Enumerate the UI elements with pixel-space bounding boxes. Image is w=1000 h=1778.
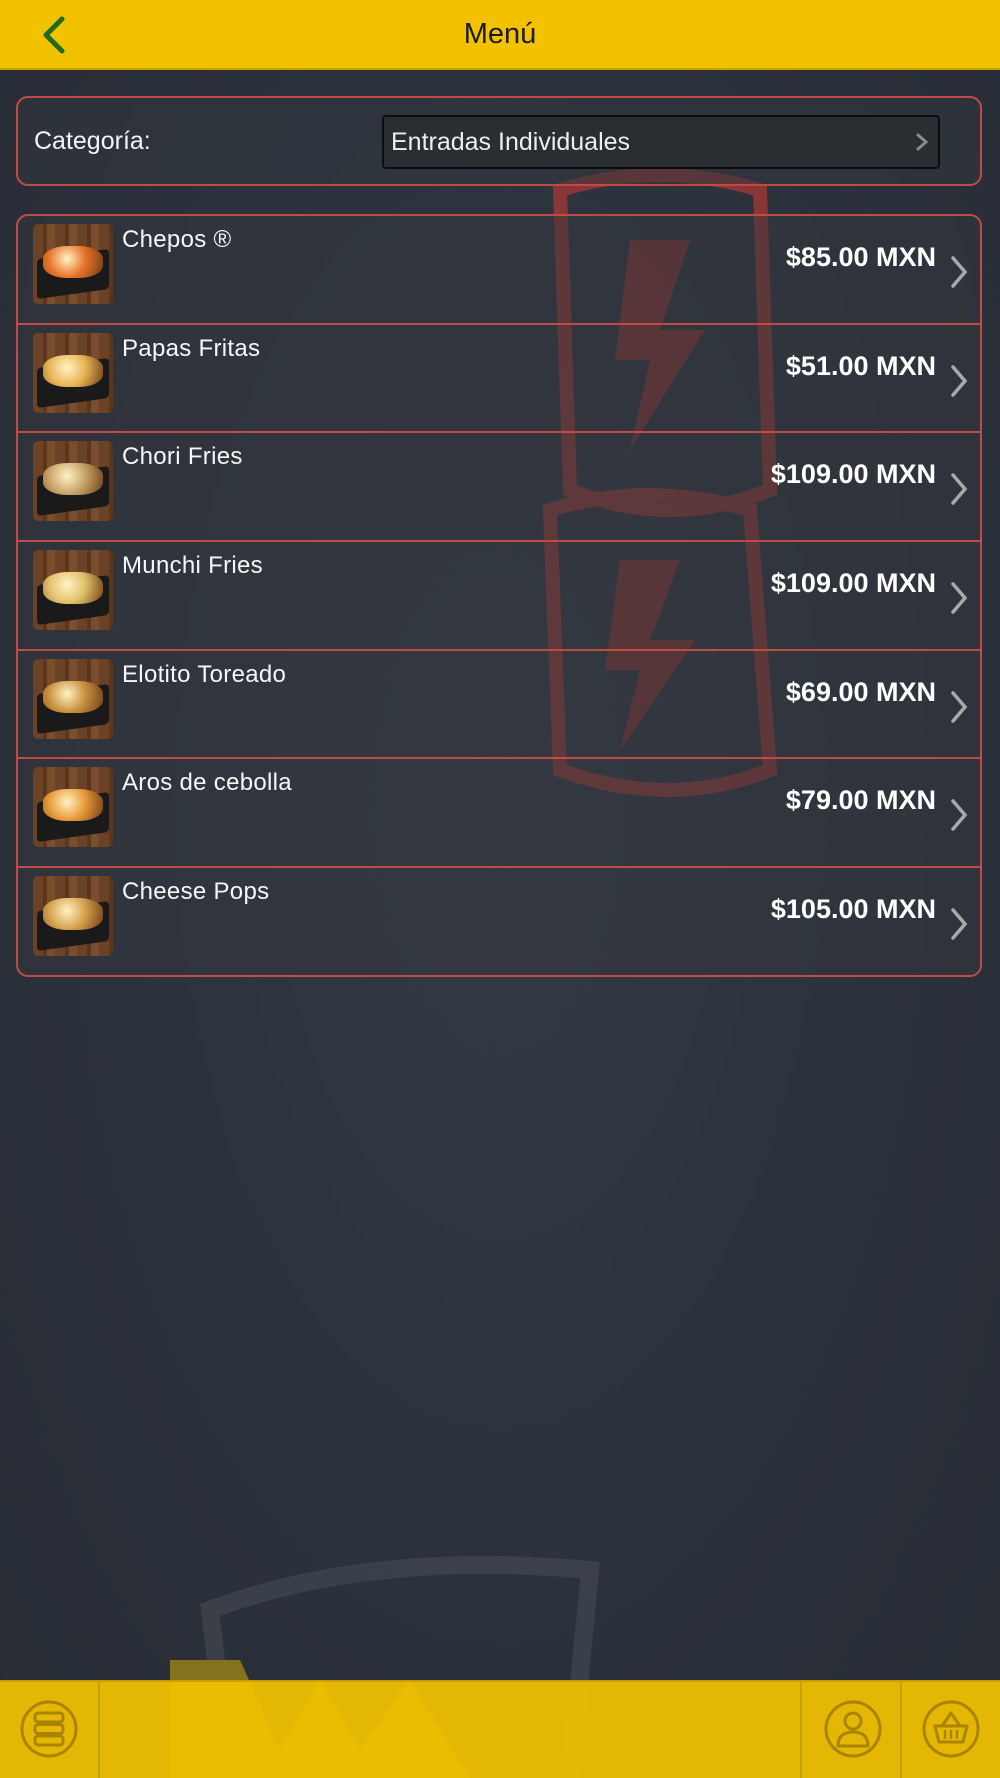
user-icon bbox=[824, 1700, 882, 1758]
page-title: Menú bbox=[463, 18, 537, 50]
menu-item-name: Chepos ® bbox=[122, 226, 232, 253]
menu-item-thumbnail bbox=[33, 767, 113, 848]
menu-stack-icon bbox=[20, 1700, 78, 1758]
menu-item-thumbnail bbox=[33, 658, 113, 739]
menu-item-price: $105.00 MXN bbox=[770, 894, 936, 925]
menu-stack-button[interactable] bbox=[16, 1696, 82, 1762]
menu-item-row[interactable]: Chepos ® $85.00 MXN bbox=[18, 216, 980, 325]
menu-item-row[interactable]: Aros de cebolla $79.00 MXN bbox=[18, 759, 980, 869]
menu-item-price: $85.00 MXN bbox=[785, 242, 936, 272]
menu-item-row[interactable]: Chori Fries $109.00 MXN bbox=[18, 433, 980, 543]
chevron-right-icon bbox=[951, 582, 968, 614]
category-select[interactable]: Entradas Individuales bbox=[382, 115, 940, 169]
chevron-right-icon bbox=[951, 799, 968, 832]
menu-item-price: $51.00 MXN bbox=[785, 350, 936, 381]
chevron-right-icon bbox=[951, 473, 968, 506]
menu-item-row[interactable]: Cheese Pops $105.00 MXN bbox=[18, 868, 980, 975]
menu-item-price: $109.00 MXN bbox=[770, 459, 936, 490]
user-profile-button[interactable] bbox=[820, 1696, 886, 1762]
menu-item-row[interactable]: Papas Fritas $51.00 MXN bbox=[18, 325, 980, 434]
category-label: Categoría: bbox=[34, 127, 151, 155]
category-panel: Categoría: Entradas Individuales bbox=[16, 96, 982, 186]
chevron-right-icon bbox=[951, 256, 968, 288]
menu-item-name: Chori Fries bbox=[122, 443, 243, 471]
menu-item-name: Aros de cebolla bbox=[122, 769, 292, 797]
menu-item-name: Cheese Pops bbox=[122, 878, 270, 906]
category-selected-value: Entradas Individuales bbox=[391, 128, 631, 156]
menu-item-name: Munchi Fries bbox=[122, 552, 263, 580]
menu-item-price: $69.00 MXN bbox=[785, 676, 936, 707]
menu-item-row[interactable]: Munchi Fries $109.00 MXN bbox=[18, 542, 980, 651]
chevron-right-icon bbox=[916, 133, 929, 151]
top-app-bar: Menú bbox=[0, 0, 1000, 70]
cart-button[interactable] bbox=[918, 1696, 984, 1762]
chevron-right-icon bbox=[951, 691, 968, 723]
menu-item-thumbnail bbox=[33, 332, 113, 413]
basket-icon bbox=[922, 1700, 980, 1758]
menu-item-name: Papas Fritas bbox=[122, 334, 261, 362]
menu-item-price: $109.00 MXN bbox=[770, 568, 936, 599]
bottom-toolbar bbox=[0, 1680, 1000, 1778]
menu-item-row[interactable]: Elotito Toreado $69.00 MXN bbox=[18, 651, 980, 760]
menu-item-list: Chepos ® $85.00 MXN Papas Fritas $51.00 MXN… bbox=[16, 214, 982, 977]
chevron-right-icon bbox=[951, 364, 968, 397]
menu-item-name: Elotito Toreado bbox=[122, 660, 287, 688]
chevron-right-icon bbox=[951, 908, 968, 940]
menu-item-price: $79.00 MXN bbox=[785, 785, 936, 816]
menu-item-thumbnail bbox=[33, 441, 113, 522]
menu-item-thumbnail bbox=[33, 550, 113, 631]
menu-item-thumbnail bbox=[33, 224, 113, 304]
menu-item-thumbnail bbox=[33, 876, 113, 957]
